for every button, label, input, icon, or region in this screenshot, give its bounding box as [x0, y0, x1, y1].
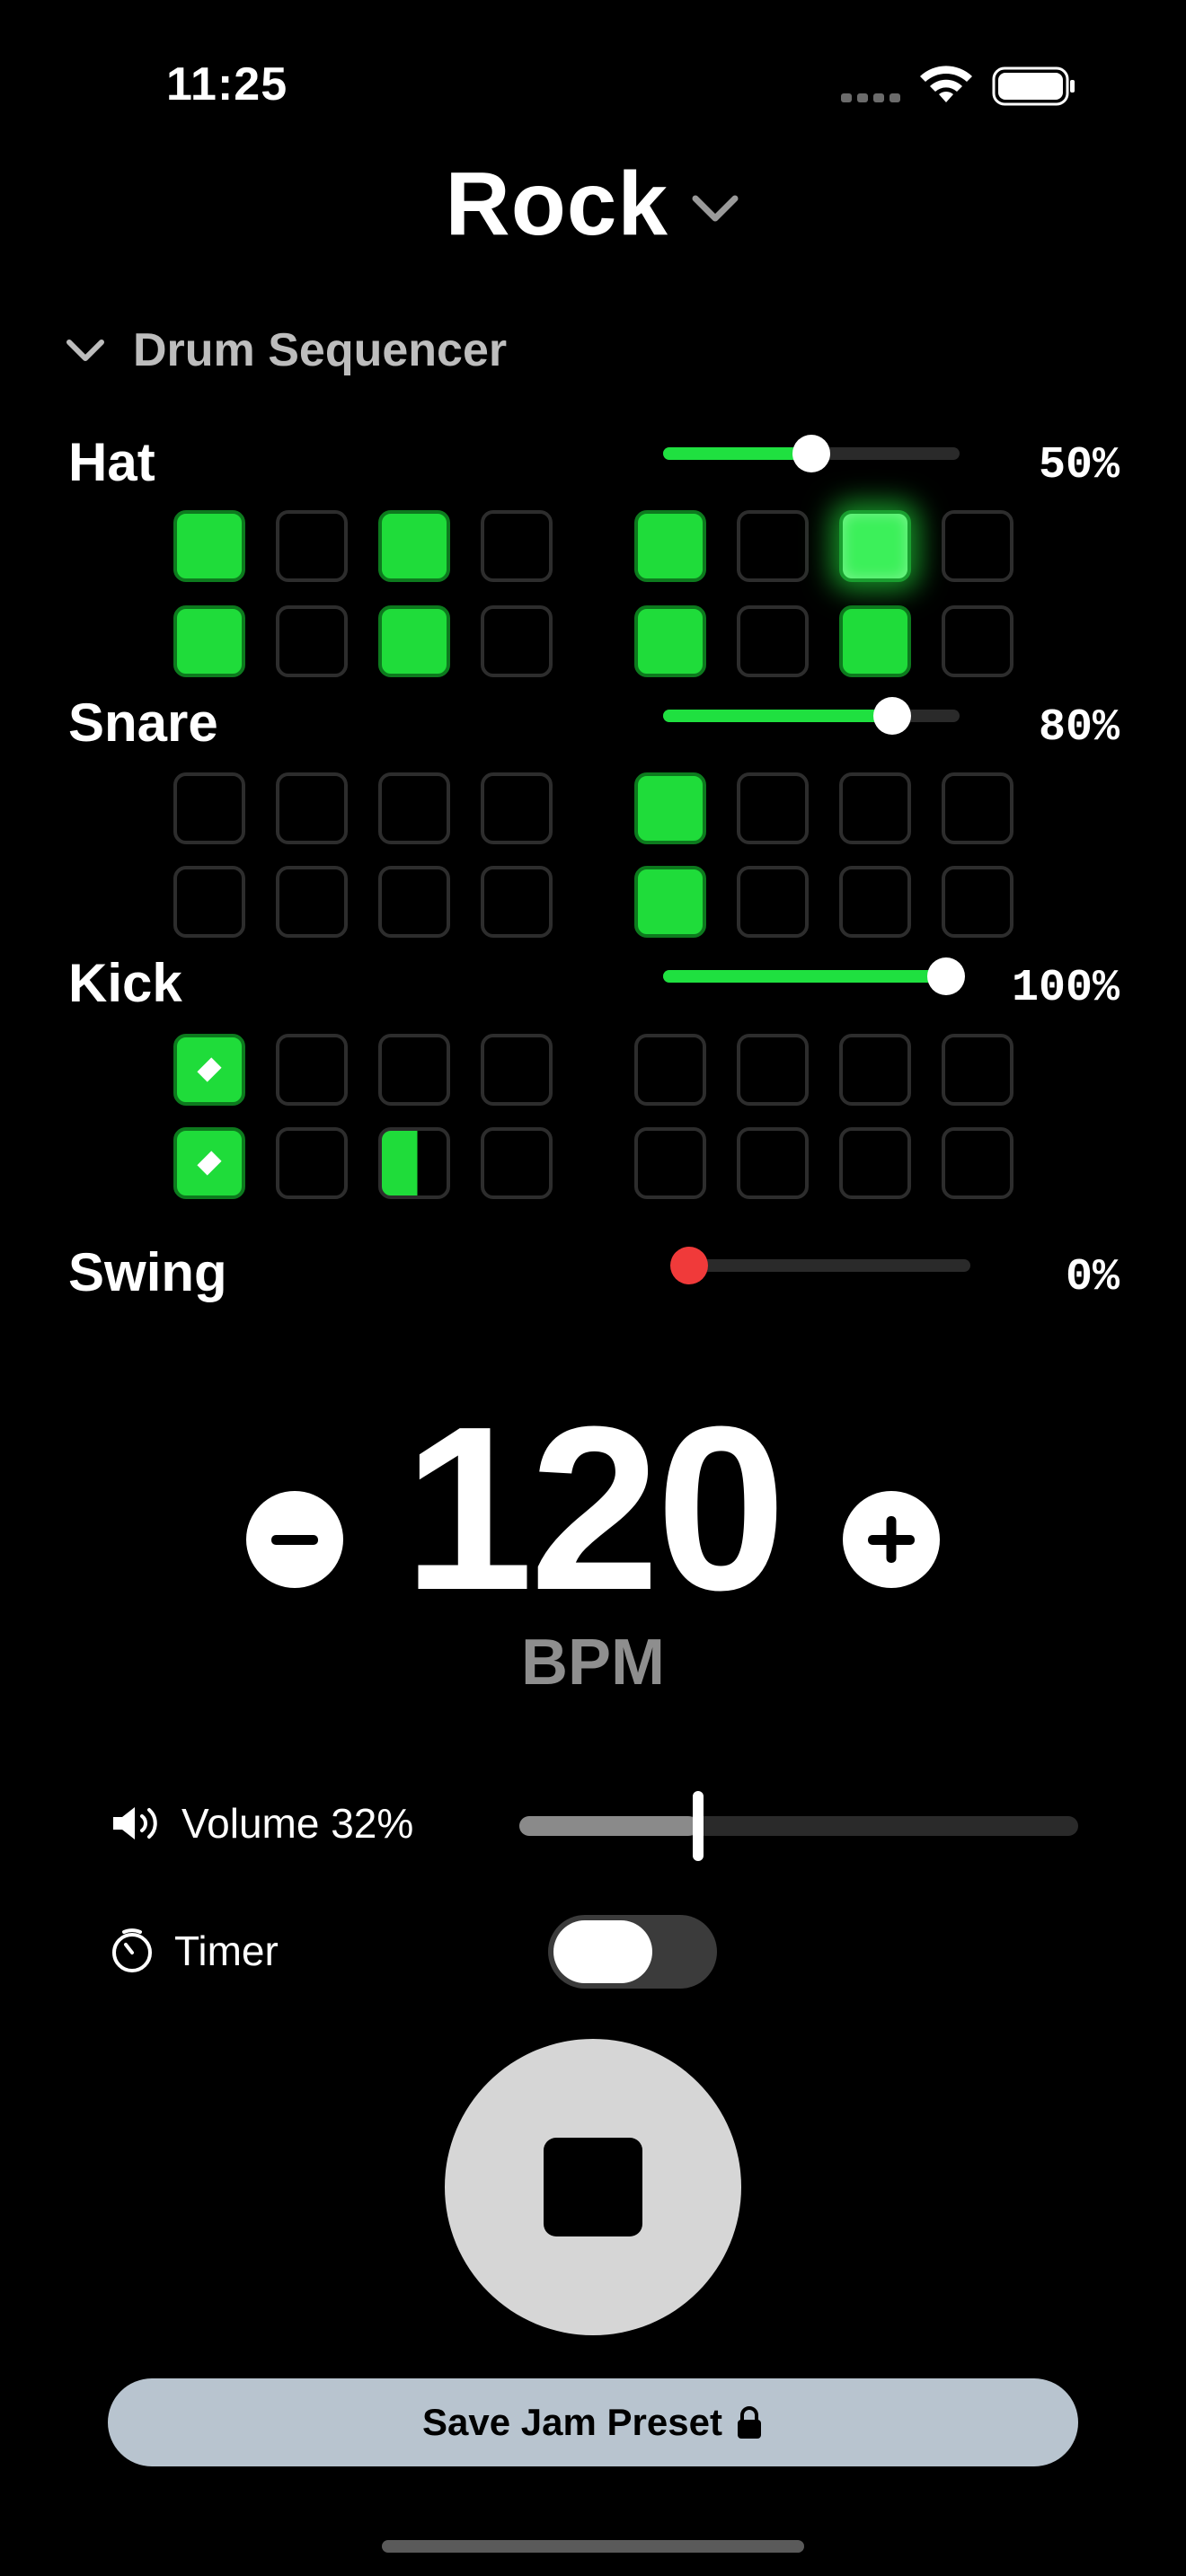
timer-icon: [112, 1928, 152, 1972]
step-pad[interactable]: [737, 510, 809, 582]
step-pad[interactable]: [173, 605, 245, 677]
step-pad[interactable]: [634, 866, 706, 938]
step-pad[interactable]: [942, 866, 1013, 938]
chevron-down-icon: [66, 340, 104, 361]
slider-knob[interactable]: [792, 435, 830, 472]
step-pad[interactable]: [737, 605, 809, 677]
slider-fill: [663, 970, 960, 983]
battery-icon: [992, 66, 1075, 106]
step-pad[interactable]: [839, 1034, 911, 1106]
wifi-icon: [920, 66, 972, 102]
step-pad[interactable]: [276, 866, 348, 938]
step-pad[interactable]: [173, 1034, 245, 1106]
track-label-kick: Kick: [68, 953, 182, 1013]
step-pad[interactable]: [839, 772, 911, 844]
volume-label: Volume 32%: [181, 1800, 414, 1847]
kick-level-value: 100%: [1011, 963, 1120, 1014]
track-label-swing: Swing: [68, 1242, 227, 1302]
step-pad[interactable]: [378, 866, 450, 938]
step-pad[interactable]: [737, 1034, 809, 1106]
hat-volume-slider[interactable]: [663, 435, 960, 472]
step-pad[interactable]: [942, 605, 1013, 677]
volume-fill: [519, 1816, 699, 1836]
volume-row: Volume 32%: [110, 1799, 413, 1848]
step-pad[interactable]: [737, 866, 809, 938]
step-pad[interactable]: [276, 510, 348, 582]
accent-marker-icon: [197, 1151, 222, 1176]
step-pad[interactable]: [839, 866, 911, 938]
accent-marker-icon: [197, 1057, 222, 1082]
step-pad[interactable]: [942, 1034, 1013, 1106]
volume-handle[interactable]: [693, 1791, 704, 1861]
snare-volume-slider[interactable]: [663, 697, 960, 735]
stop-icon: [544, 2138, 642, 2236]
save-label: Save Jam Preset: [422, 2401, 722, 2443]
timer-row: Timer: [108, 1927, 279, 1975]
step-pad[interactable]: [634, 1034, 706, 1106]
slider-fill: [663, 710, 900, 722]
step-pad[interactable]: [634, 772, 706, 844]
timer-label: Timer: [174, 1928, 279, 1974]
save-jam-preset-button[interactable]: Save Jam Preset: [108, 2378, 1078, 2466]
kick-volume-slider[interactable]: [663, 957, 965, 995]
cellular-signal-icon: [841, 93, 900, 102]
step-pad[interactable]: [481, 772, 553, 844]
step-pad[interactable]: [481, 605, 553, 677]
step-pad[interactable]: [634, 1127, 706, 1199]
genre-selector[interactable]: Rock: [0, 153, 1186, 256]
track-label-hat: Hat: [68, 432, 155, 492]
volume-slider[interactable]: [519, 1791, 1078, 1861]
bpm-value: 120: [403, 1379, 786, 1639]
step-pad[interactable]: [634, 605, 706, 677]
step-pad[interactable]: [942, 1127, 1013, 1199]
step-pad[interactable]: [839, 605, 911, 677]
step-pad[interactable]: [173, 772, 245, 844]
step-pad[interactable]: [839, 510, 911, 582]
speaker-icon: [113, 1807, 157, 1839]
chevron-down-icon: [692, 195, 739, 221]
step-pad[interactable]: [173, 510, 245, 582]
step-pad[interactable]: [276, 772, 348, 844]
increase-bpm-button[interactable]: [843, 1491, 940, 1588]
track-label-snare: Snare: [68, 693, 218, 753]
hat-level-value: 50%: [1038, 440, 1120, 491]
step-pad[interactable]: [737, 1127, 809, 1199]
step-pad[interactable]: [378, 510, 450, 582]
step-pad[interactable]: [378, 605, 450, 677]
step-pad[interactable]: [173, 1127, 245, 1199]
step-pad[interactable]: [634, 510, 706, 582]
stop-button[interactable]: [445, 2039, 741, 2335]
step-pad[interactable]: [378, 1127, 450, 1199]
slider-knob[interactable]: [670, 1247, 708, 1284]
home-indicator: [382, 2540, 804, 2553]
step-pad[interactable]: [481, 1034, 553, 1106]
section-label: Drum Sequencer: [133, 324, 508, 376]
step-pad[interactable]: [942, 772, 1013, 844]
slider-knob[interactable]: [873, 697, 911, 735]
step-pad[interactable]: [481, 1127, 553, 1199]
timer-toggle[interactable]: [548, 1915, 717, 1989]
swing-slider[interactable]: [670, 1247, 970, 1284]
step-pad[interactable]: [481, 510, 553, 582]
bpm-unit-label: BPM: [521, 1627, 665, 1698]
toggle-thumb: [553, 1920, 652, 1983]
snare-level-value: 80%: [1038, 702, 1120, 754]
page-title: Rock: [445, 154, 669, 254]
status-time: 11:25: [166, 58, 288, 110]
step-pad[interactable]: [276, 605, 348, 677]
slider-knob[interactable]: [927, 957, 965, 995]
plus-icon: [868, 1516, 915, 1563]
step-pad[interactable]: [276, 1127, 348, 1199]
step-pad[interactable]: [942, 510, 1013, 582]
step-pad[interactable]: [839, 1127, 911, 1199]
step-pad[interactable]: [737, 772, 809, 844]
lock-icon: [737, 2406, 761, 2439]
drum-sequencer-toggle[interactable]: Drum Sequencer: [65, 323, 507, 377]
step-pad[interactable]: [481, 866, 553, 938]
step-pad[interactable]: [173, 866, 245, 938]
step-pad[interactable]: [276, 1034, 348, 1106]
slider-fill: [663, 447, 811, 460]
step-pad[interactable]: [378, 1034, 450, 1106]
step-pad[interactable]: [378, 772, 450, 844]
